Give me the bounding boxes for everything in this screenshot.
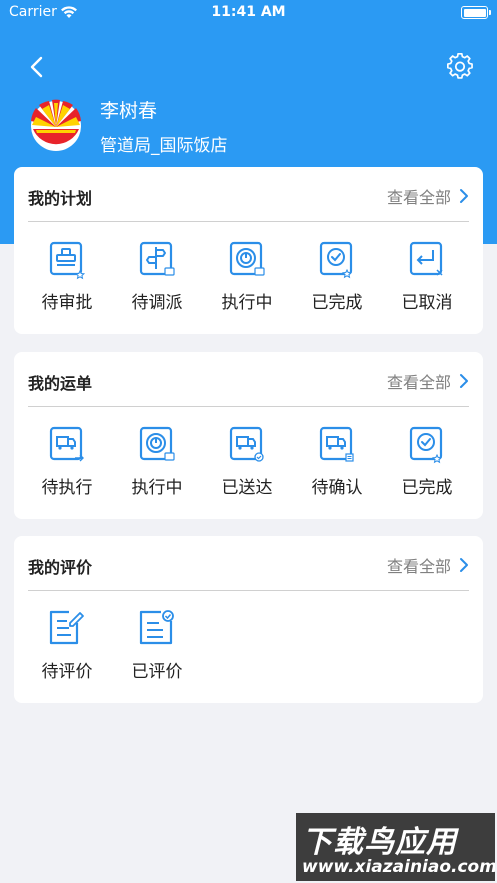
chevron-left-icon[interactable] <box>24 53 52 81</box>
watermark: 下载鸟应用 www.xiazainiao.com <box>296 813 495 881</box>
watermark-title: 下载鸟应用 <box>302 825 457 860</box>
item-label: 待确认 <box>311 478 363 498</box>
user-name: 李树春 <box>100 100 158 122</box>
divider <box>28 221 469 222</box>
avatar <box>31 99 81 151</box>
chevron-right-icon <box>460 558 468 572</box>
status-bar: Carrier 11:41 AM <box>0 0 497 26</box>
plans-view-all-label: 查看全部 <box>386 188 451 207</box>
divider <box>28 406 469 407</box>
chevron-right-icon <box>460 189 468 203</box>
plan-item-in-progress[interactable]: 执行中 <box>202 235 292 325</box>
item-label: 待调派 <box>131 293 183 313</box>
plans-card: 我的计划 查看全部 待审批 待调派 执行中 已完成 已取消 <box>14 167 483 334</box>
waybill-item-in-progress[interactable]: 执行中 <box>112 420 202 510</box>
waybill-item-pending[interactable]: 待执行 <box>22 420 112 510</box>
chevron-right-icon <box>460 374 468 388</box>
plans-title: 我的计划 <box>28 189 93 208</box>
item-label: 执行中 <box>221 293 273 313</box>
plans-view-all-link[interactable]: 查看全部 <box>387 184 469 208</box>
waybill-item-delivered[interactable]: 已送达 <box>202 420 292 510</box>
waybills-card: 我的运单 查看全部 待执行 执行中 已送达 待确认 已完成 <box>14 352 483 519</box>
review-item-pending[interactable]: 待评价 <box>22 604 112 694</box>
completed-icon <box>409 426 443 464</box>
item-label: 执行中 <box>131 478 183 498</box>
waybill-item-completed[interactable]: 已完成 <box>382 420 472 510</box>
plan-item-cancelled[interactable]: 已取消 <box>382 235 472 325</box>
truck-delivered-icon <box>229 426 264 462</box>
completed-icon <box>319 241 353 279</box>
plan-item-completed[interactable]: 已完成 <box>292 235 382 325</box>
plans-card-header: 我的计划 查看全部 <box>14 167 483 221</box>
item-label: 待执行 <box>41 478 93 498</box>
item-label: 已完成 <box>311 293 363 313</box>
truck-pending-icon <box>49 426 84 462</box>
item-label: 待审批 <box>41 293 93 313</box>
user-organization: 管道局_国际饭店 <box>100 136 228 156</box>
item-label: 已完成 <box>401 478 453 498</box>
waybills-view-all-label: 查看全部 <box>386 373 451 392</box>
reviews-view-all-label: 查看全部 <box>386 557 451 576</box>
review-item-done[interactable]: 已评价 <box>112 604 202 694</box>
item-label: 待评价 <box>41 662 93 682</box>
waybill-item-pending-confirm[interactable]: 待确认 <box>292 420 382 510</box>
reviews-view-all-link[interactable]: 查看全部 <box>387 553 469 577</box>
watermark-url: www.xiazainiao.com <box>302 857 495 877</box>
pending-review-icon <box>49 610 84 645</box>
pending-dispatch-icon <box>139 241 175 276</box>
item-label: 已送达 <box>221 478 273 498</box>
item-label: 已评价 <box>131 662 183 682</box>
item-label: 已取消 <box>401 293 453 313</box>
plan-item-pending-approval[interactable]: 待审批 <box>22 235 112 325</box>
battery-icon <box>461 6 491 19</box>
reviewed-icon <box>139 610 174 645</box>
reviews-card: 我的评价 查看全部 待评价 已评价 <box>14 536 483 703</box>
pending-approval-icon <box>49 241 86 280</box>
waybills-title: 我的运单 <box>28 374 93 393</box>
waybills-card-header: 我的运单 查看全部 <box>14 352 483 406</box>
plan-item-pending-dispatch[interactable]: 待调派 <box>112 235 202 325</box>
divider <box>28 590 469 591</box>
in-progress-icon <box>139 426 175 461</box>
truck-confirm-icon <box>319 426 354 462</box>
cancelled-icon <box>409 241 443 276</box>
gear-icon[interactable] <box>446 53 474 81</box>
in-progress-icon <box>229 241 265 276</box>
reviews-card-header: 我的评价 查看全部 <box>14 536 483 590</box>
reviews-title: 我的评价 <box>28 558 93 577</box>
waybills-view-all-link[interactable]: 查看全部 <box>387 369 469 393</box>
clock: 11:41 AM <box>211 4 286 20</box>
